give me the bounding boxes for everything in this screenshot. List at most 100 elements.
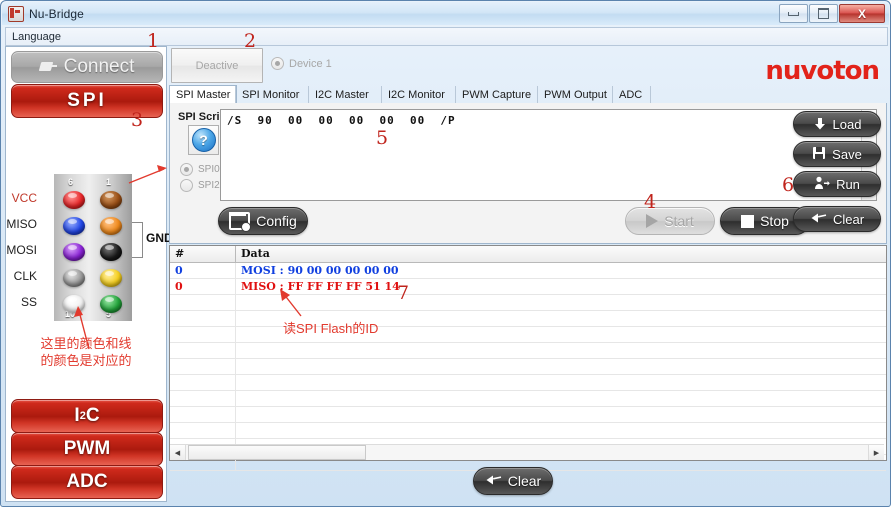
tab-bar: SPI Master SPI Monitor I2C Master I2C Mo… [169, 85, 885, 105]
pin-dot-ss-right [100, 295, 122, 313]
radio-spi2[interactable]: SPI2 [180, 179, 220, 192]
sidebar-button-spi-label: SPI [67, 90, 107, 111]
scroll-left-icon[interactable]: ◀ [170, 445, 186, 460]
column-header-data: Data [241, 247, 270, 260]
radio-spi2-label: SPI2 [198, 180, 220, 191]
column-header-index: # [170, 246, 236, 262]
clear-label: Clear [832, 211, 865, 227]
menu-item-language[interactable]: Language [6, 31, 67, 43]
row-data: MISO : FF FF FF FF 51 14 [241, 280, 400, 293]
table-row-empty [170, 423, 886, 439]
save-button[interactable]: Save [793, 141, 881, 167]
sidebar-button-pwm-label: PWM [63, 438, 111, 459]
config-label: Config [256, 213, 297, 229]
table-horizontal-scrollbar[interactable]: ◀ ▶ [170, 444, 884, 460]
deactive-label: Deactive [195, 59, 239, 72]
tab-pwm-capture[interactable]: PWM Capture [455, 86, 537, 103]
device-1-radio[interactable]: Device 1 [271, 57, 332, 70]
tab-spi-master[interactable]: SPI Master [169, 85, 238, 105]
sidebar-button-i2c-label2: C [85, 405, 100, 426]
clear-button-wrap: Clear [793, 206, 881, 232]
application-window: Nu-Bridge X Language Connect SPI 6 1 10 … [0, 0, 891, 507]
help-button[interactable]: ? [188, 125, 219, 155]
play-icon [646, 214, 659, 228]
table-row-empty [170, 359, 886, 375]
tab-pwm-output[interactable]: PWM Output [537, 86, 613, 103]
question-mark-icon: ? [191, 128, 216, 152]
clear-button[interactable]: Clear [793, 206, 881, 232]
maximize-button[interactable] [809, 4, 838, 23]
radio-icon [180, 163, 193, 176]
pin-label-miso: MISO [6, 217, 37, 231]
annotation-5: 5 [376, 127, 389, 149]
config-button[interactable]: Config [218, 207, 308, 235]
connect-label: Connect [63, 56, 135, 77]
table-header-row: # Data [170, 246, 886, 263]
start-button[interactable]: Start [625, 207, 715, 235]
close-icon: X [857, 6, 866, 21]
start-label: Start [664, 213, 694, 229]
sidebar-button-pwm[interactable]: PWM [11, 432, 163, 466]
menu-bar: Language [5, 27, 888, 46]
bottom-clear-button-wrap: Clear [473, 467, 553, 495]
table-row-empty [170, 295, 886, 311]
scroll-right-icon[interactable]: ▶ [868, 445, 884, 460]
tab-adc[interactable]: ADC [612, 86, 648, 103]
annotation-2: 2 [244, 30, 257, 52]
nuvoton-logo: nuvoton [765, 56, 880, 86]
table-row[interactable]: 0 MISO : FF FF FF FF 51 14 [170, 279, 886, 295]
floppy-disk-icon [812, 146, 826, 163]
pin-label-ss: SS [20, 295, 37, 309]
table-row-empty [170, 407, 886, 423]
tab-i2c-master[interactable]: I2C Master [308, 86, 375, 103]
pin-number-1: 1 [106, 177, 112, 187]
annotation-7: 7 [397, 282, 410, 304]
download-arrow-icon [813, 117, 827, 131]
annotation-4: 4 [644, 191, 657, 213]
device-1-label: Device 1 [289, 57, 332, 70]
table-row[interactable]: 0 MOSI : 90 00 00 00 00 00 [170, 263, 886, 279]
spi-script-textarea[interactable]: /S 90 00 00 00 00 00 /P ▲ ▼ [220, 109, 877, 201]
load-button[interactable]: Load [793, 111, 881, 137]
pin-dot-vcc-right [100, 191, 122, 209]
run-label: Run [836, 176, 860, 192]
scrollbar-thumb[interactable] [188, 445, 366, 460]
radio-spi0[interactable]: SPI0 [180, 163, 220, 176]
config-icon [229, 212, 252, 232]
broom-icon [485, 473, 502, 490]
annotation-1: 1 [147, 30, 160, 52]
spi-master-panel: SPI Script ? SPI0 SPI2 /S 90 00 00 00 00… [169, 103, 887, 244]
table-row-empty [170, 311, 886, 327]
close-button[interactable]: X [839, 4, 885, 23]
annotation-chinese-note: 读SPI Flash的ID [283, 321, 379, 336]
sidebar-button-i2c[interactable]: I2C [11, 399, 163, 433]
deactive-button[interactable]: Deactive [171, 48, 263, 83]
device-toolbar: Deactive Device 1 nuvoton [169, 46, 885, 86]
minimize-button[interactable] [779, 4, 808, 23]
data-log-table: # Data 0 MOSI : 90 00 00 00 00 00 0 MISO… [169, 245, 887, 471]
tab-spi-monitor[interactable]: SPI Monitor [235, 86, 305, 103]
connect-button[interactable]: Connect [11, 51, 163, 83]
action-button-row: Config Start Stop [170, 203, 886, 239]
pin-dot-vcc-left [63, 191, 85, 209]
pin-dot-ss-left [63, 295, 85, 313]
sidebar-button-adc[interactable]: ADC [11, 465, 163, 499]
pin-label-clk: CLK [13, 269, 37, 283]
pin-number-6: 6 [68, 177, 74, 187]
run-button[interactable]: Run [793, 171, 881, 197]
connector-note-line-1: 这里的颜色和线 [40, 336, 132, 351]
tab-strip-end [650, 86, 652, 103]
app-icon [8, 5, 24, 22]
person-run-icon [814, 176, 830, 193]
pin-label-mosi: MOSI [6, 243, 37, 257]
connector-color-note: 这里的颜色和线 的颜色是对应的 [16, 335, 156, 369]
title-bar: Nu-Bridge X [2, 2, 889, 25]
connector-diagram: 6 1 10 5 [54, 174, 132, 321]
table-row-empty [170, 375, 886, 391]
bottom-clear-label: Clear [507, 473, 542, 489]
bottom-clear-button[interactable]: Clear [473, 467, 553, 495]
run-button-wrap: Run [793, 171, 881, 197]
tab-i2c-monitor[interactable]: I2C Monitor [381, 86, 451, 103]
row-index: 0 [170, 279, 236, 294]
row-index: 0 [170, 263, 236, 278]
